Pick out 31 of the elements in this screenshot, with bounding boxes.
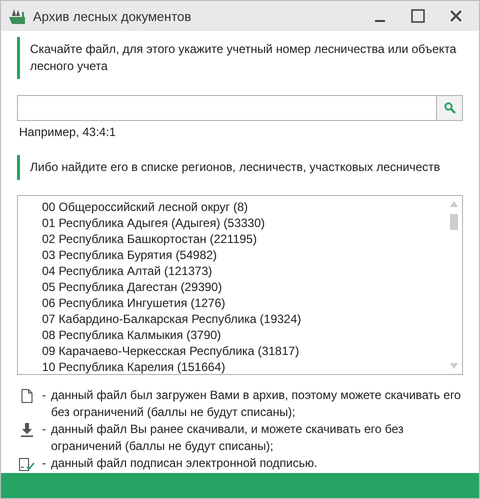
region-list-item[interactable]: 05 Республика Дагестан (29390) [42, 279, 446, 295]
forest-logo-icon [9, 8, 25, 24]
dash: - [41, 455, 47, 472]
signed-document-icon [19, 458, 35, 470]
minimize-icon [375, 20, 385, 22]
region-list-item[interactable]: 03 Республика Бурятия (54982) [42, 247, 446, 263]
region-list-item[interactable]: 06 Республика Ингушетия (1276) [42, 295, 446, 311]
region-list-item[interactable]: 02 Республика Башкортостан (221195) [42, 231, 446, 247]
example-hint: Например, 43:4:1 [19, 125, 117, 139]
region-list-item[interactable]: 08 Республика Калмыкия (3790) [42, 327, 446, 343]
maximize-icon [411, 9, 425, 23]
instruction-note: Скачайте файл, для этого укажите учетный номер лесничества или объекта лесного учета [17, 37, 463, 79]
dash: - [41, 421, 47, 438]
region-list-item[interactable]: 09 Карачаево-Черкесская Республика (31817) [42, 343, 446, 359]
legend-text: данный файл подписан электронной подписью. [51, 455, 318, 472]
region-list-item[interactable]: 10 Республика Карелия (151664) [42, 359, 446, 374]
search-field[interactable] [17, 95, 436, 121]
close-icon [450, 10, 462, 22]
region-list-item[interactable]: 04 Республика Алтай (121373) [42, 263, 446, 279]
file-icon [21, 389, 33, 403]
search-icon [444, 102, 456, 114]
legend-text: данный файл Вы ранее скачивали, и можете скачивать его без ограничений (баллы не будут списаны); [51, 421, 405, 455]
instruction-note: Либо найдите его в списке регионов, лесничеств, участковых лесничеств [17, 155, 463, 180]
dash: - [41, 387, 47, 404]
download-icon [21, 423, 33, 437]
region-list-item[interactable]: 00 Общероссийский лесной округ (8) [42, 199, 446, 215]
region-list-item[interactable]: 01 Республика Адыгея (Адыгея) (53330) [42, 215, 446, 231]
search-button[interactable] [436, 95, 463, 121]
region-list-item[interactable]: 07 Кабардино-Балкарская Республика (19324) [42, 311, 446, 327]
window-title: Архив лесных документов [33, 8, 192, 24]
legend-text: данный файл был загружен Вами в архив, поэтому можете скачивать его без ограничений (баллы не будут списаны); [51, 387, 462, 421]
